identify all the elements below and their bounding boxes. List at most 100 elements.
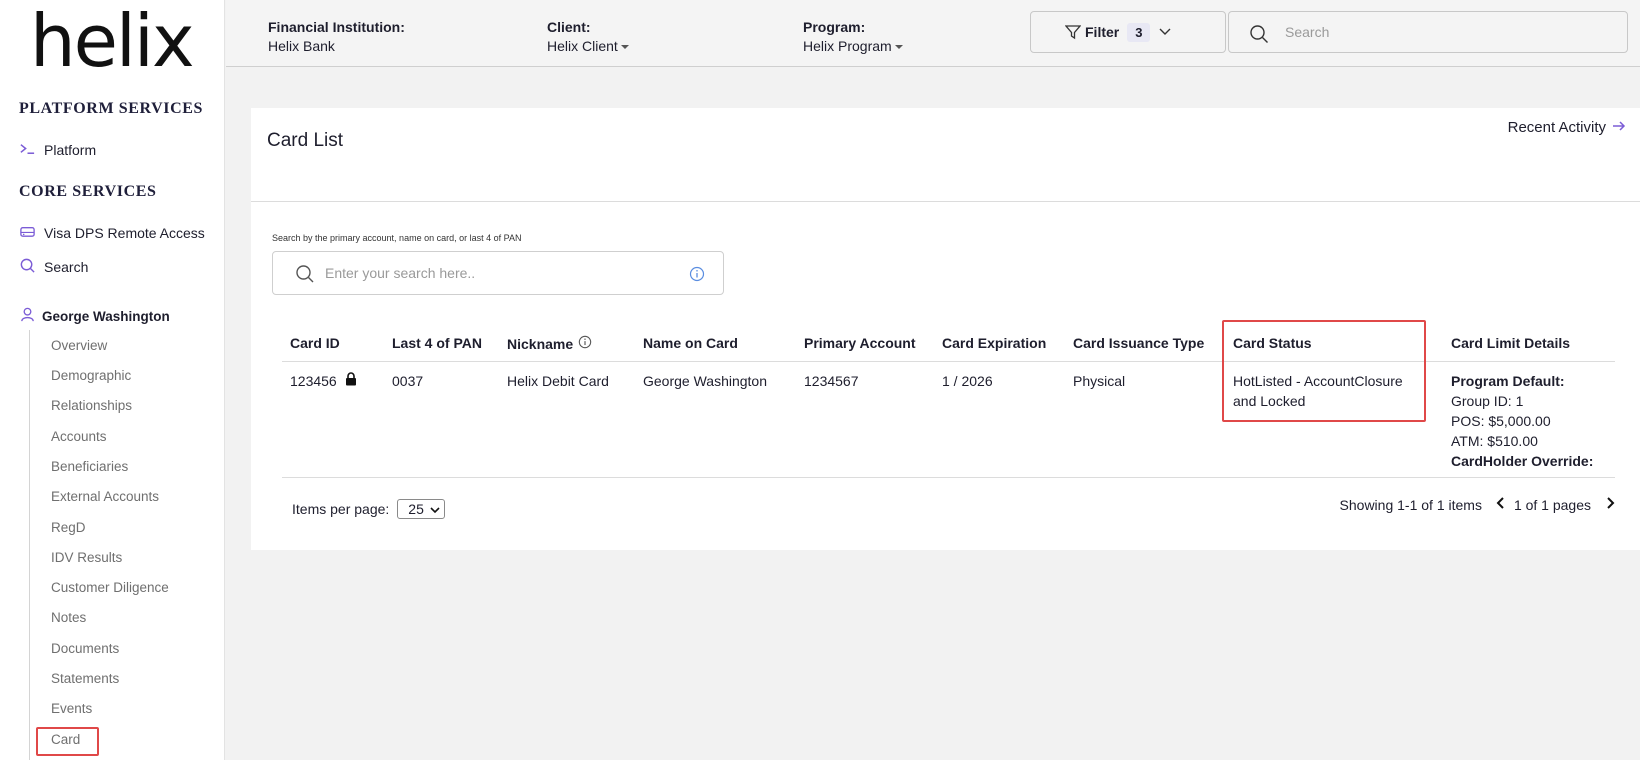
global-search-input[interactable]: Search — [1228, 11, 1628, 53]
sidebar-item-platform[interactable]: Platform — [19, 140, 96, 160]
info-icon[interactable] — [689, 266, 705, 285]
info-icon[interactable] — [578, 335, 592, 352]
recent-activity-label: Recent Activity — [1507, 119, 1606, 136]
filter-count-badge: 3 — [1127, 22, 1151, 42]
row-divider — [282, 477, 1615, 478]
server-icon — [19, 223, 36, 243]
sidebar-sub-customer-diligence[interactable]: Customer Diligence — [51, 580, 169, 595]
client-value: Helix Client — [547, 38, 618, 54]
user-icon — [19, 306, 36, 326]
limit-pos: POS: $5,000.00 — [1451, 413, 1551, 429]
arrow-right-icon — [1612, 119, 1626, 136]
sidebar-sub-relationships[interactable]: Relationships — [51, 398, 132, 413]
items-per-page-select[interactable]: 25 — [397, 499, 445, 519]
cell-name-on-card: George Washington — [643, 373, 767, 389]
chevron-down-icon — [430, 501, 440, 517]
client-label: Client: — [547, 19, 591, 35]
search-icon — [1249, 24, 1269, 47]
page-count: 1 of 1 pages — [1513, 496, 1591, 513]
card-nav-highlight — [36, 727, 99, 756]
cell-primary-account: 1234567 — [804, 373, 859, 389]
client-dropdown[interactable]: Helix Client — [547, 38, 629, 54]
caret-down-icon — [894, 45, 903, 49]
cell-expiration: 1 / 2026 — [942, 373, 993, 389]
cell-card-limit-details: Program Default: Group ID: 1 POS: $5,000… — [1451, 371, 1593, 471]
col-card-expiration[interactable]: Card Expiration — [942, 335, 1046, 351]
limit-atm: ATM: $510.00 — [1451, 433, 1538, 449]
sidebar-item-label: Platform — [44, 142, 97, 158]
helix-logo[interactable]: helix — [30, 0, 195, 82]
sidebar-sub-documents[interactable]: Documents — [51, 641, 119, 656]
sidebar-item-label: Search — [44, 259, 89, 275]
tree-line — [29, 330, 30, 760]
sidebar-item-customer[interactable]: George Washington — [19, 306, 170, 326]
filter-label: Filter — [1085, 24, 1120, 40]
fi-selector: Financial Institution: Helix Bank — [268, 19, 405, 54]
limit-cardholder-override: CardHolder Override: — [1451, 453, 1594, 469]
search-icon — [19, 257, 36, 277]
sidebar-sub-regd[interactable]: RegD — [51, 520, 86, 535]
card-status-highlight — [1222, 320, 1426, 422]
sidebar-sub-events[interactable]: Events — [51, 701, 92, 716]
divider — [251, 201, 1640, 202]
sidebar-sub-demographic[interactable]: Demographic — [51, 368, 131, 383]
chevron-left-icon[interactable] — [1496, 496, 1506, 513]
card-search-placeholder: Enter your search here.. — [325, 265, 476, 281]
sidebar-item-search[interactable]: Search — [19, 257, 88, 277]
cell-last4: 0037 — [392, 373, 424, 389]
fi-value: Helix Bank — [268, 38, 405, 54]
program-dropdown[interactable]: Helix Program — [803, 38, 903, 54]
col-name-on-card[interactable]: Name on Card — [643, 335, 738, 351]
terminal-icon — [19, 140, 36, 160]
client-selector[interactable]: Client: Helix Client — [547, 19, 629, 54]
sidebar-sub-idv-results[interactable]: IDV Results — [51, 550, 122, 565]
customer-name: George Washington — [42, 308, 170, 324]
recent-activity-link[interactable]: Recent Activity — [1508, 119, 1626, 136]
platform-services-heading: PLATFORM SERVICES — [19, 100, 204, 117]
limit-group-id: Group ID: 1 — [1451, 393, 1524, 409]
search-icon — [295, 264, 315, 287]
cell-issuance-type: Physical — [1073, 373, 1126, 389]
col-nickname-label: Nickname — [507, 335, 574, 352]
sidebar-sub-overview[interactable]: Overview — [51, 338, 107, 353]
card-list-panel: Card List Recent Activity Search by the … — [251, 108, 1640, 550]
pagination: Showing 1-1 of 1 items 1 of 1 pages — [1340, 496, 1615, 513]
program-selector[interactable]: Program: Helix Program — [803, 19, 903, 54]
sidebar-sub-beneficiaries[interactable]: Beneficiaries — [51, 459, 128, 474]
card-search-input[interactable]: Enter your search here.. — [272, 251, 724, 295]
cell-nickname: Helix Debit Card — [507, 373, 609, 389]
global-search-placeholder: Search — [1285, 24, 1330, 40]
sidebar-sub-statements[interactable]: Statements — [51, 671, 119, 686]
filter-button[interactable]: Filter 3 — [1030, 11, 1226, 53]
caret-down-icon — [620, 45, 629, 49]
sidebar-sub-notes[interactable]: Notes — [51, 610, 86, 625]
filter-icon — [1064, 24, 1082, 43]
program-label: Program: — [803, 19, 866, 35]
items-per-page-value: 25 — [408, 501, 424, 517]
col-card-limit-details[interactable]: Card Limit Details — [1451, 335, 1570, 351]
lock-icon — [345, 371, 357, 391]
col-last4[interactable]: Last 4 of PAN — [392, 335, 482, 351]
page-title: Card List — [267, 130, 344, 151]
col-primary-account[interactable]: Primary Account — [804, 335, 916, 351]
chevron-right-icon[interactable] — [1605, 496, 1615, 513]
sidebar-item-visa-dps[interactable]: Visa DPS Remote Access — [19, 223, 205, 243]
sidebar-sub-external-accounts[interactable]: External Accounts — [51, 489, 159, 504]
search-hint: Search by the primary account, name on c… — [272, 233, 522, 243]
sidebar: helix PLATFORM SERVICES Platform CORE SE… — [0, 0, 225, 760]
sidebar-sub-accounts[interactable]: Accounts — [51, 429, 107, 444]
fi-value-text: Helix Bank — [268, 38, 335, 54]
showing-items: Showing 1-1 of 1 items — [1339, 496, 1482, 513]
topbar: Financial Institution: Helix Bank Client… — [226, 0, 1640, 67]
sidebar-item-label: Visa DPS Remote Access — [44, 225, 205, 241]
limit-program-default: Program Default: — [1451, 373, 1565, 389]
core-services-heading: CORE SERVICES — [19, 183, 157, 200]
cell-card-id[interactable]: 123456 — [290, 371, 357, 391]
col-card-issuance-type[interactable]: Card Issuance Type — [1073, 335, 1204, 351]
program-value: Helix Program — [803, 38, 892, 54]
fi-label: Financial Institution: — [268, 19, 405, 35]
col-nickname[interactable]: Nickname — [507, 335, 592, 352]
chevron-down-icon — [1158, 24, 1172, 40]
card-id-value: 123456 — [290, 373, 337, 389]
col-card-id[interactable]: Card ID — [290, 335, 340, 351]
